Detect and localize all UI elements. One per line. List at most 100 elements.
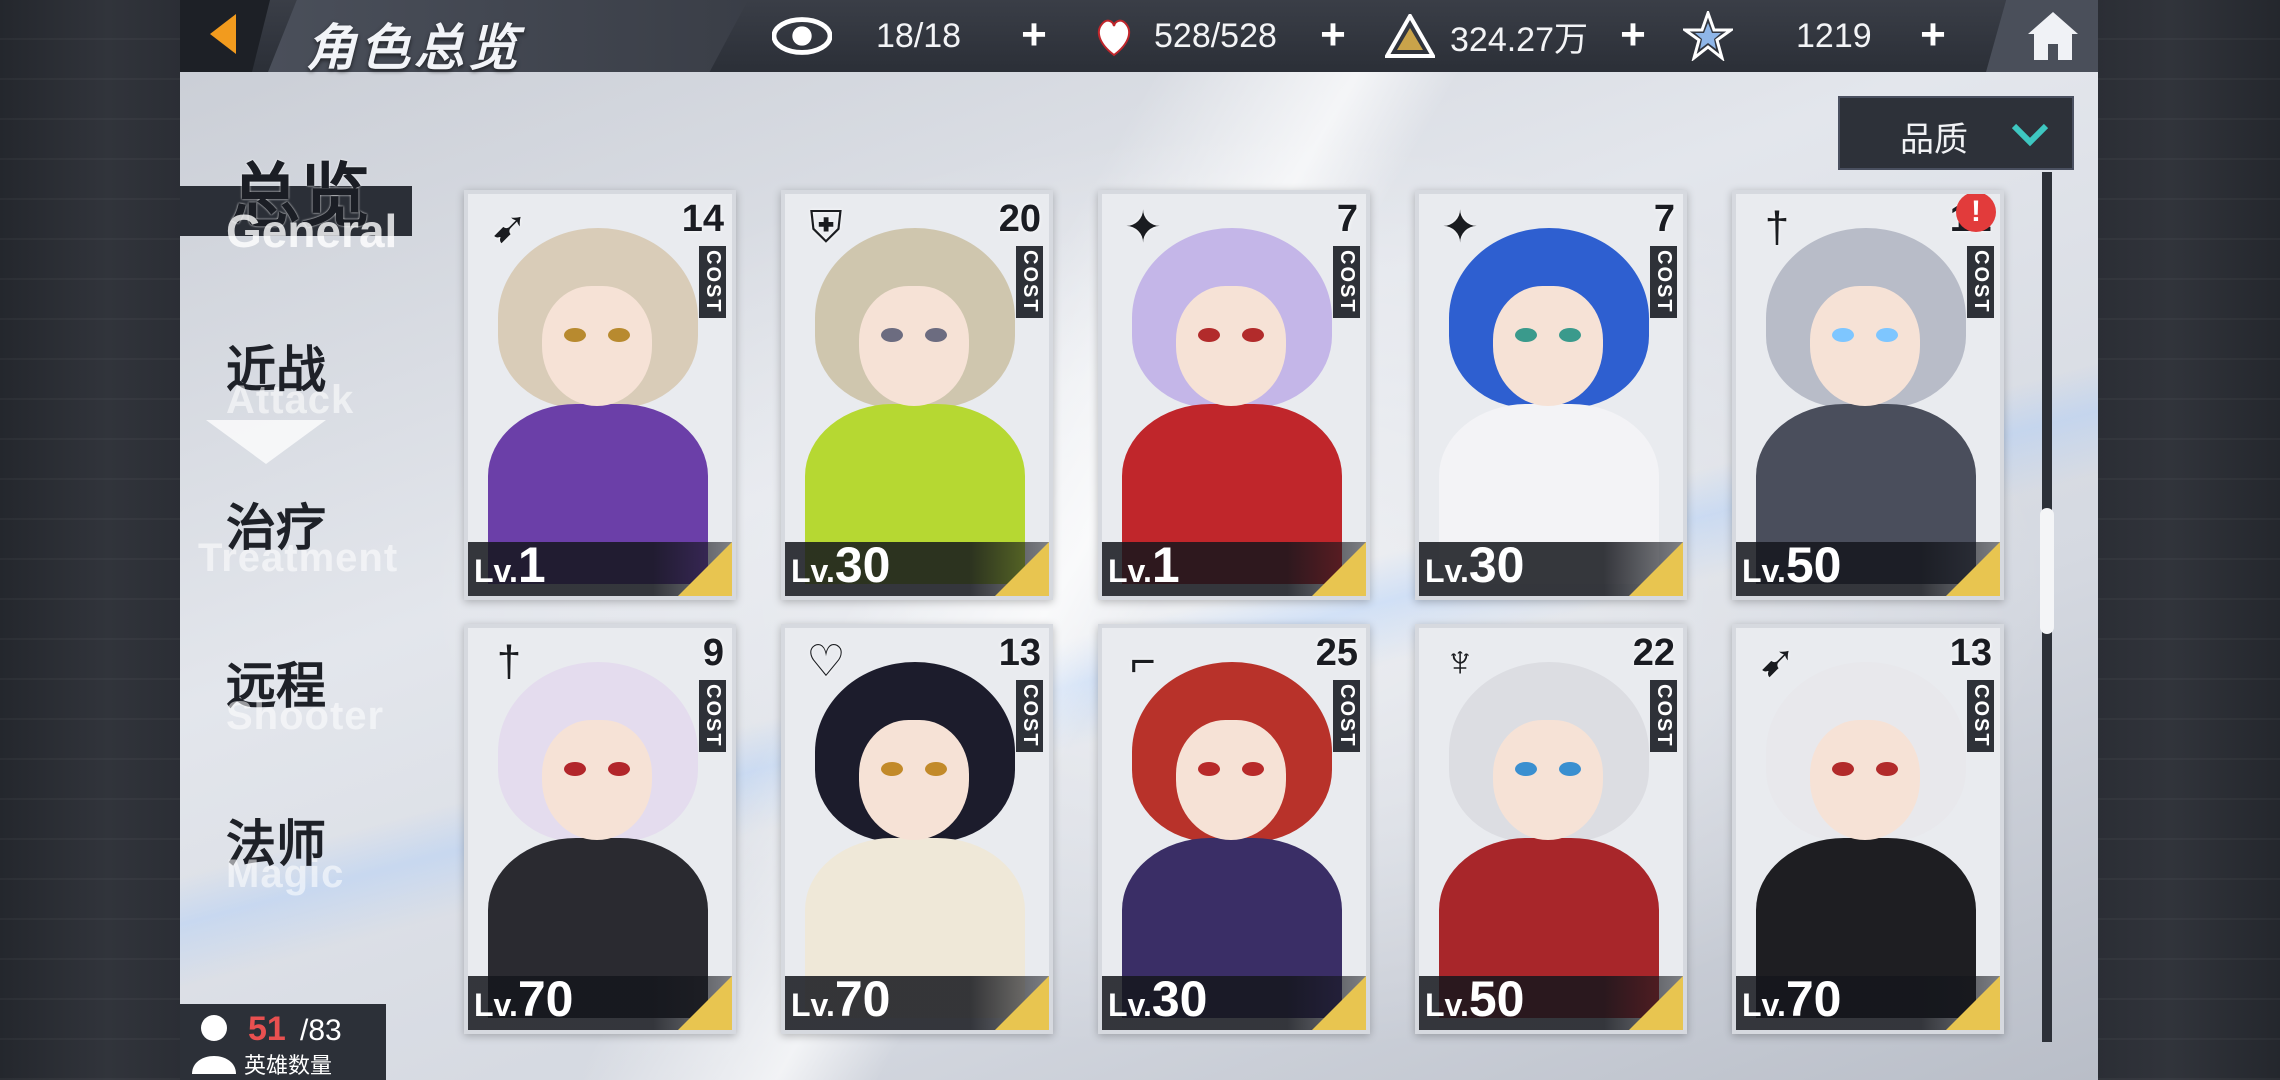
portrait-face [1493,720,1603,840]
revolver-icon: ⌐ [1130,637,1156,686]
level-prefix: Lv. [1425,553,1469,589]
level-corner [995,542,1049,596]
cost-value: 22 [1632,632,1675,674]
portrait-eye [1559,328,1581,342]
level-text: Lv.30 [791,536,890,594]
nav-general-sublabel: General [226,205,398,257]
level-value: 70 [834,971,891,1027]
nav-magic[interactable]: 法师 Magic [180,804,420,914]
portrait-eye [564,762,586,776]
character-card[interactable]: † 9 COST Lv.70 [464,624,736,1034]
nav-magic-sublabel: Magic [226,852,345,896]
nav-shooter[interactable]: 远程 Shooter [180,646,420,756]
level-corner [678,542,732,596]
sort-dropdown[interactable]: 品质 [1838,96,2074,170]
level-corner [1946,976,2000,1030]
shuriken-icon: ✦ [1441,203,1479,252]
level-prefix: Lv. [791,987,835,1023]
level-value: 30 [834,537,891,593]
character-card[interactable]: †12COSTLv.50! [1732,190,2004,600]
sort-label: 品质 [1900,121,1968,159]
portrait-eye [608,328,630,342]
gold-value: 324.27万 [1450,20,1588,59]
demon-icon: ♆ [1443,637,1477,686]
portrait-face [1810,720,1920,840]
level-text: Lv.50 [1425,970,1524,1028]
sword-icon: † [496,637,522,686]
cost-value: 13 [1949,632,1992,674]
character-card[interactable]: ⛨ 20 COST Lv.30 [781,190,1053,600]
add-stamina-button[interactable]: + [1014,13,1054,57]
portrait-face [542,720,652,840]
cost-value: 9 [702,632,724,674]
stamina-value: 18/18 [876,16,962,55]
character-card[interactable]: ✦ 7 COST Lv.1 [1098,190,1370,600]
character-card[interactable]: ➹ 14 COST Lv.1 [464,190,736,600]
level-bar: Lv.30 [1419,537,1683,596]
add-gold-button[interactable]: + [1613,13,1653,57]
level-corner [1312,976,1366,1030]
cost-label: COST [699,680,726,752]
portrait-eye [1242,762,1264,776]
top-bar: 角色总览 18/18 + 528/528 + 324.27万 + 1219 + [180,0,2098,77]
cost-label: COST [1333,680,1360,752]
chevron-down-icon [2011,123,2049,147]
level-value: 1 [1151,537,1180,593]
level-prefix: Lv. [1742,987,1786,1023]
add-heart-button[interactable]: + [1313,13,1353,57]
cost-label: COST [1016,680,1043,752]
add-crystal-button[interactable]: + [1913,13,1953,57]
resource-gold: 324.27万 [1380,0,1588,72]
character-card[interactable]: ⌐ 25 COST Lv.30 [1098,624,1370,1034]
hero-count-current: 51 [248,1010,286,1048]
eye-icon [772,6,832,66]
level-value: 50 [1785,537,1842,593]
cost-label: COST [1967,680,1994,752]
level-text: Lv.50 [1742,536,1841,594]
home-button[interactable] [1986,0,2098,72]
cost-label: COST [1967,246,1994,318]
right-bezel [2098,0,2280,1080]
level-value: 50 [1468,971,1525,1027]
portrait-face [859,720,969,840]
portrait-eye [925,762,947,776]
shuriken-icon: ✦ [1124,203,1162,252]
level-bar: Lv.30 [785,537,1049,596]
nav-general[interactable]: 总览 General [180,0,420,257]
portrait-face [1810,286,1920,406]
nav-treatment[interactable]: 治疗 Treatment [180,488,420,598]
level-text: Lv.70 [1742,970,1841,1028]
scrollbar-thumb[interactable] [2040,508,2054,634]
portrait-face [859,286,969,406]
cost-value: 14 [681,198,724,240]
character-card[interactable]: ✦ 7 COST Lv.30 [1415,190,1687,600]
level-bar: Lv.70 [1736,971,2000,1030]
level-bar: Lv.1 [1102,537,1366,596]
cost-label: COST [699,246,726,318]
character-card[interactable]: ➹ 13 COST Lv.70 [1732,624,2004,1034]
level-corner [1629,976,1683,1030]
level-prefix: Lv. [1425,987,1469,1023]
resource-stamina: 18/18 [772,0,961,72]
portrait-eye [1876,328,1898,342]
portrait-eye [608,762,630,776]
cost-value: 7 [1336,198,1358,240]
level-text: Lv.1 [474,536,546,594]
level-prefix: Lv. [1108,553,1152,589]
cost-label: COST [1016,246,1043,318]
level-text: Lv.70 [474,970,573,1028]
portrait-face [1176,286,1286,406]
star-crystal-icon [1678,6,1738,66]
hero-count-panel: 51 /83 英雄数量 [180,1004,386,1080]
level-prefix: Lv. [1742,553,1786,589]
portrait-eye [1559,762,1581,776]
level-text: Lv.30 [1108,970,1207,1028]
crystal-value: 1219 [1796,16,1872,55]
level-corner [678,976,732,1030]
level-text: Lv.30 [1425,536,1524,594]
portrait-eye [925,328,947,342]
character-card[interactable]: ♡ 13 COST Lv.70 [781,624,1053,1034]
portrait-eye [1515,762,1537,776]
character-card[interactable]: ♆ 22 COST Lv.50 [1415,624,1687,1034]
portrait-eye [1876,762,1898,776]
